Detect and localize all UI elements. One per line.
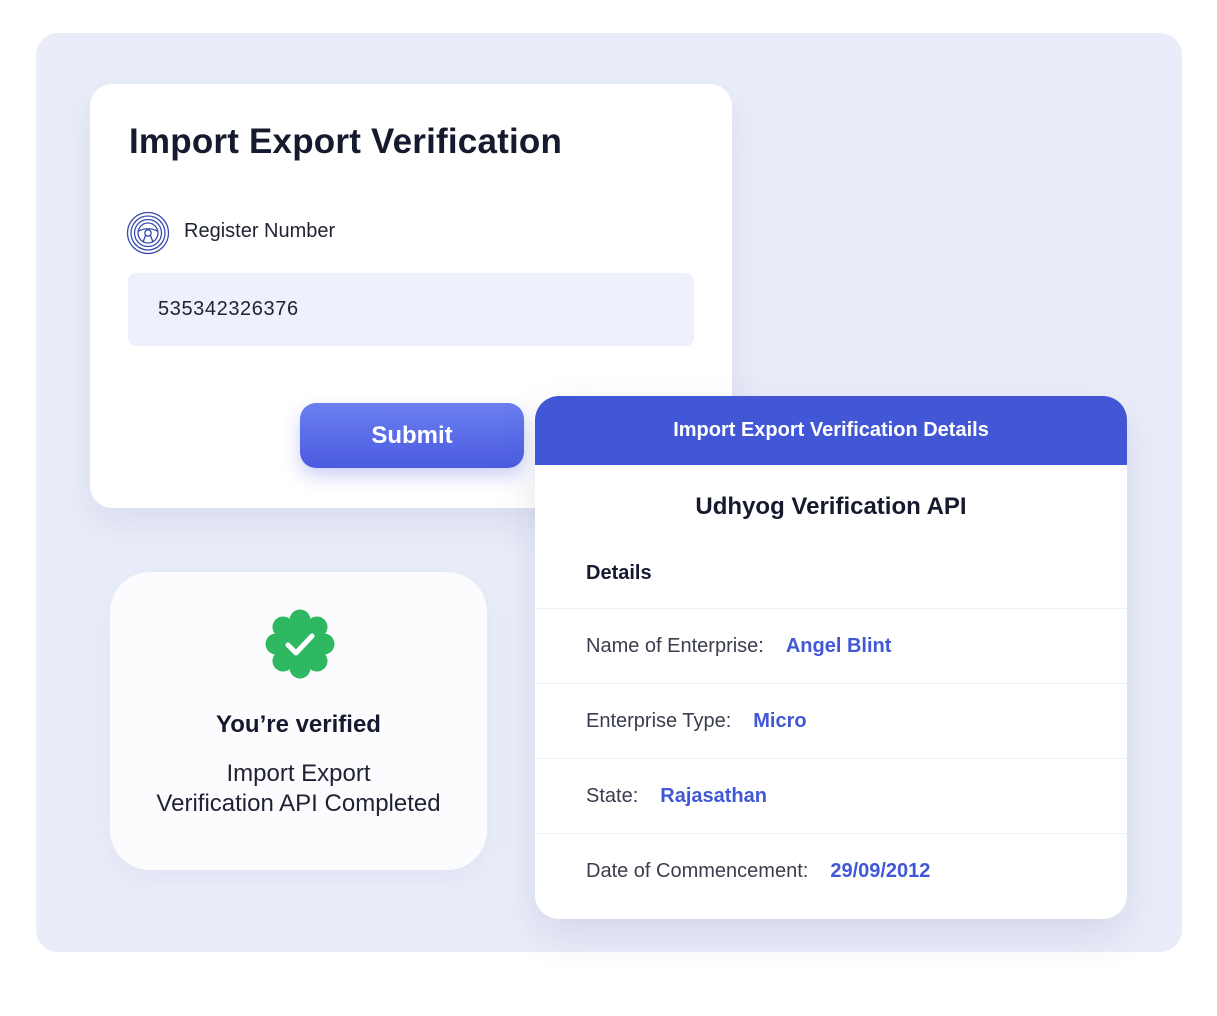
verified-badge-icon [264, 608, 336, 680]
verified-subtitle-line-1: Import Export [226, 760, 371, 787]
detail-row-enterprise-name: Name of Enterprise: Angel Blint [535, 608, 1127, 683]
detail-row-enterprise-type: Enterprise Type: Micro [535, 683, 1127, 758]
detail-key: State: [586, 784, 639, 807]
register-number-label: Register Number [184, 220, 336, 242]
details-section-label: Details [586, 562, 652, 584]
form-title: Import Export Verification [129, 122, 563, 161]
steering-wheel-icon [126, 211, 170, 255]
detail-key: Enterprise Type: [586, 709, 732, 732]
detail-value: Micro [753, 709, 807, 732]
verified-title: You’re verified [216, 711, 381, 738]
verified-subtitle-line-2: Verification API Completed [156, 790, 441, 817]
register-number-input[interactable] [128, 273, 694, 346]
detail-key: Name of Enterprise: [586, 634, 764, 657]
submit-button[interactable]: Submit [300, 403, 524, 468]
detail-value: Angel Blint [785, 634, 892, 657]
verified-card: You’re verified Import Export Verificati… [110, 572, 487, 870]
stage: Import Export Verification Register Numb… [0, 0, 1217, 1016]
detail-value: Rajasathan [660, 784, 767, 807]
detail-key: Date of Commencement: [586, 859, 809, 882]
detail-row-commencement-date: Date of Commencement: 29/09/2012 [535, 833, 1127, 908]
api-name-heading: Udhyog Verification API [695, 493, 967, 520]
detail-row-state: State: Rajasathan [535, 758, 1127, 833]
detail-value: 29/09/2012 [830, 859, 931, 882]
verification-details-card: Import Export Verification Details Udhyo… [535, 396, 1127, 919]
verified-subtitle: Import Export Verification API Completed [130, 759, 467, 819]
details-list: Name of Enterprise: Angel Blint Enterpri… [535, 608, 1127, 908]
details-header: Import Export Verification Details [535, 396, 1127, 465]
